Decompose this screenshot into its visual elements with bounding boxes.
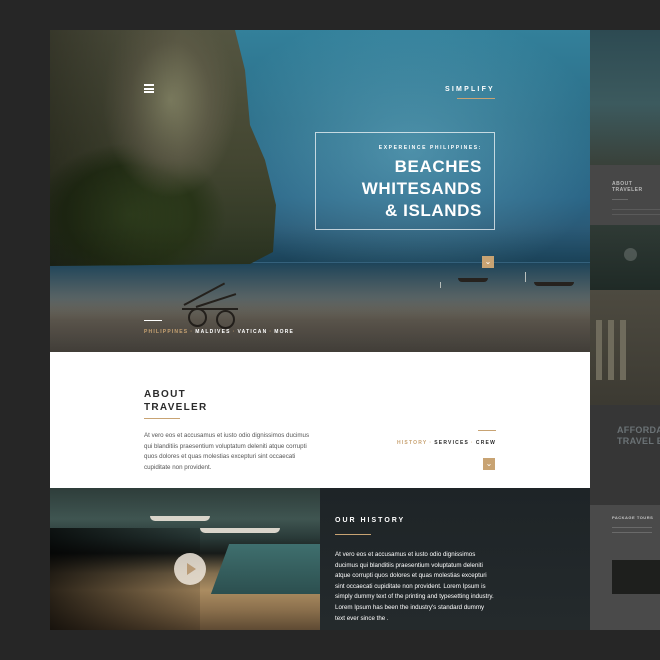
nav-separator: · (232, 329, 236, 335)
nav-separator: · (471, 440, 474, 446)
preview-video-section (590, 225, 660, 290)
preview-column (596, 320, 602, 380)
preview-play-icon (624, 248, 637, 261)
about-title: ABOUT TRAVELER (144, 389, 208, 413)
play-video-button[interactable] (174, 553, 206, 585)
hero-headline: BEACHES WHITESANDS & ISLANDS (362, 156, 482, 222)
hero-eyebrow: EXPEREINCE PHILIPPINES: (378, 145, 482, 151)
destination-maldives[interactable]: MALDIVES (195, 329, 230, 335)
preview-affordable-title: AFFORDAB TRAVEL EX (617, 425, 660, 446)
about-nav: HISTORY · SERVICES · CREW (397, 440, 496, 446)
nav-separator: · (269, 329, 273, 335)
history-section: OUR HISTORY At vero eos et accusamus et … (50, 488, 590, 630)
logo-underline (457, 98, 495, 99)
about-tab-services[interactable]: SERVICES (434, 440, 469, 446)
scroll-down-button[interactable]: ⌄ (482, 256, 494, 268)
destination-philippines[interactable]: PHILIPPINES (144, 329, 188, 335)
about-divider (144, 418, 180, 419)
history-text: At vero eos et accusamus et iusto odio d… (335, 551, 494, 622)
headline-line: WHITESANDS (361, 179, 482, 198)
boat (200, 528, 280, 533)
history-title: OUR HISTORY (335, 517, 406, 524)
logo[interactable]: SIMPLIFY (444, 86, 496, 93)
destination-vatican[interactable]: VATICAN (238, 329, 268, 335)
headline-line: BEACHES (394, 157, 482, 176)
menu-bar (144, 91, 154, 93)
hero-section: SIMPLIFY EXPEREINCE PHILIPPINES: BEACHES… (50, 30, 590, 352)
boat (150, 516, 210, 521)
preview-text-line (612, 527, 652, 528)
preview-architecture-image (590, 290, 660, 405)
preview-text-line (612, 532, 652, 533)
preview-hero-image (590, 30, 660, 165)
preview-divider (612, 199, 628, 200)
preview-package-thumbnail (612, 560, 660, 594)
about-section: ABOUT TRAVELER At vero eos et accusamus … (50, 352, 590, 488)
destination-more[interactable]: MORE (274, 329, 294, 335)
nav-separator: · (190, 329, 194, 335)
history-photo (50, 488, 320, 630)
preview-packages-title: PACKAGE TOURS (612, 515, 654, 520)
chevron-down-icon: ⌄ (484, 257, 492, 266)
about-nav-divider (478, 430, 496, 431)
menu-bar (144, 87, 154, 90)
about-scroll-button[interactable]: ⌄ (483, 458, 495, 470)
history-divider (335, 534, 371, 535)
about-tab-history[interactable]: HISTORY (397, 440, 427, 446)
preview-text-line (612, 214, 660, 215)
about-tab-crew[interactable]: CREW (476, 440, 496, 446)
preview-packages-section: PACKAGE TOURS (590, 505, 660, 630)
next-page-preview: ABOUT TRAVELER AFFORDAB TRAVEL EX PACKAG… (590, 30, 660, 630)
preview-about-title: ABOUT TRAVELER (612, 181, 643, 193)
headline-frame: EXPEREINCE PHILIPPINES: BEACHES WHITESAN… (315, 132, 495, 230)
history-sea (210, 544, 320, 594)
hero-divider (144, 320, 162, 321)
nav-separator: · (429, 440, 433, 446)
preview-column (608, 320, 614, 380)
preview-text-line (612, 209, 660, 210)
preview-column (620, 320, 626, 380)
hamburger-menu-icon[interactable] (144, 84, 154, 93)
destination-nav: PHILIPPINES · MALDIVES · VATICAN · MORE (144, 329, 294, 335)
preview-affordable-section: AFFORDAB TRAVEL EX (590, 405, 660, 505)
menu-bar (144, 84, 154, 86)
preview-about-section: ABOUT TRAVELER (590, 165, 660, 225)
chevron-down-icon: ⌄ (485, 459, 493, 468)
about-text: At vero eos et accusamus et iusto odio d… (144, 432, 310, 471)
landing-page: SIMPLIFY EXPEREINCE PHILIPPINES: BEACHES… (50, 30, 590, 630)
headline-line: & ISLANDS (384, 201, 482, 220)
